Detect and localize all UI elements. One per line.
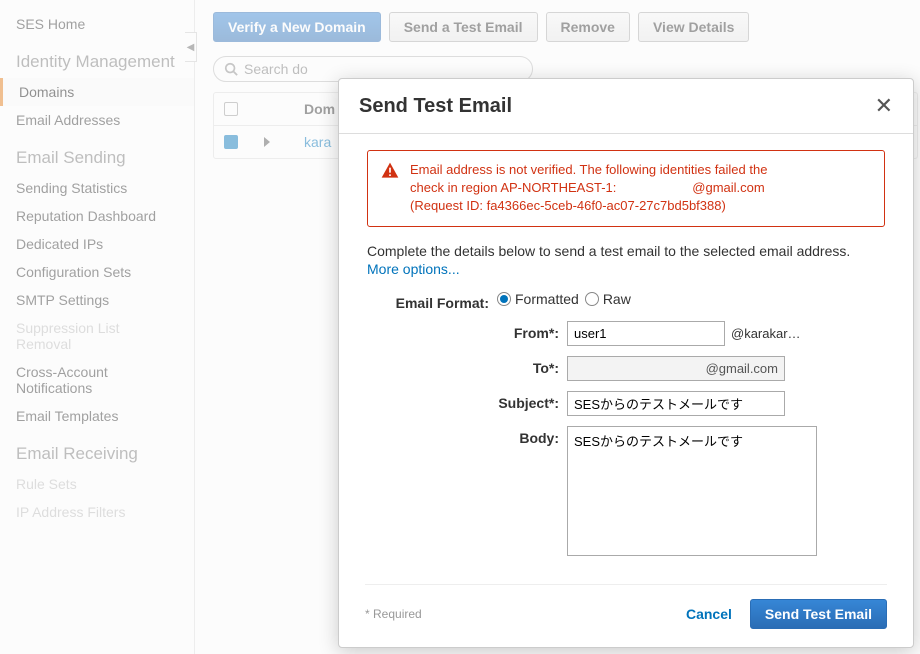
label-from: From*: <box>367 321 567 341</box>
radio-formatted[interactable]: Formatted <box>497 291 579 307</box>
label-email-format: Email Format: <box>367 291 497 311</box>
required-note: * Required <box>365 607 422 621</box>
cancel-button[interactable]: Cancel <box>686 606 732 622</box>
error-line3: (Request ID: fa4366ec-5ceb-46f0-ac07-27c… <box>410 197 767 215</box>
modal-title: Send Test Email <box>359 95 512 118</box>
error-line1: Email address is not verified. The follo… <box>410 161 767 179</box>
close-icon[interactable]: ✕ <box>875 93 893 119</box>
label-body: Body: <box>367 426 567 446</box>
send-test-email-modal: Send Test Email ✕ Email address is not v… <box>338 78 914 648</box>
submit-send-test-email-button[interactable]: Send Test Email <box>750 599 887 629</box>
radio-raw[interactable]: Raw <box>585 291 631 307</box>
label-subject: Subject*: <box>367 391 567 411</box>
body-textarea[interactable]: SESからのテストメールです <box>567 426 817 556</box>
label-to: To*: <box>367 356 567 376</box>
from-input[interactable] <box>567 321 725 346</box>
modal-description: Complete the details below to send a tes… <box>367 243 885 259</box>
error-alert: Email address is not verified. The follo… <box>367 150 885 227</box>
subject-input[interactable] <box>567 391 785 416</box>
to-input[interactable]: @gmail.com <box>567 356 785 381</box>
more-options-link[interactable]: More options... <box>367 261 460 277</box>
from-domain: @karakar… <box>731 326 801 341</box>
warning-icon <box>380 161 400 216</box>
